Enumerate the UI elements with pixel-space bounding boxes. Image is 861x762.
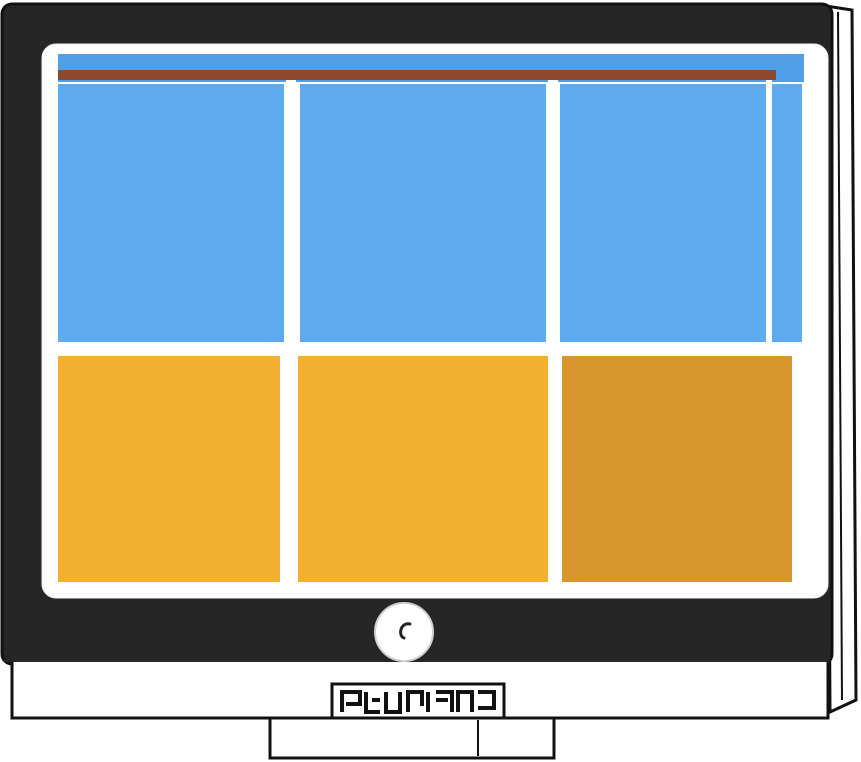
power-button-icon[interactable]	[374, 602, 434, 662]
divider-vertical-2	[548, 80, 558, 588]
tile-top-middle	[300, 84, 546, 342]
divider-horizontal	[52, 342, 804, 354]
monitor-illustration	[0, 2, 858, 760]
screen	[52, 54, 804, 588]
tile-top-right-sliver	[772, 84, 802, 342]
divider-vertical-3	[766, 80, 772, 348]
screen-top-stripe	[58, 70, 776, 80]
brand-logo	[330, 682, 506, 722]
tile-top-left	[58, 84, 284, 342]
divider-vertical-1	[286, 80, 296, 588]
tile-top-right	[560, 84, 766, 342]
monitor-stand	[268, 716, 556, 760]
tile-bottom-left	[58, 356, 280, 582]
tile-bottom-right	[562, 356, 792, 582]
tile-bottom-middle	[298, 356, 548, 582]
